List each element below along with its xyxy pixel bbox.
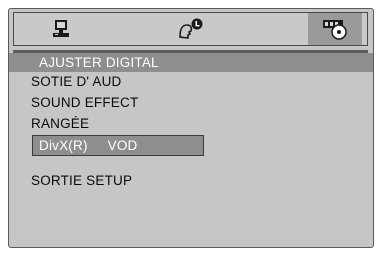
menu-item-sotie-d-aud[interactable]: SOTIE D' AUD xyxy=(31,73,122,91)
menu-item-sound-effect[interactable]: SOUND EFFECT xyxy=(31,94,138,112)
menu-item-ajuster-digital[interactable]: AJUSTER DIGITAL xyxy=(9,53,373,72)
menu-item-rangee[interactable]: RANGÉE xyxy=(31,115,89,133)
tab-language[interactable] xyxy=(164,13,218,45)
setup-menu-panel: AJUSTER DIGITAL SOTIE D' AUD SOUND EFFEC… xyxy=(8,8,374,248)
menu-item-sortie-setup[interactable]: SORTIE SETUP xyxy=(31,172,132,190)
speaker-disc-icon xyxy=(323,20,347,40)
vod-label: VOD xyxy=(107,138,138,153)
menu-item-divx-vod[interactable]: DivX(R) VOD xyxy=(32,135,204,156)
monitor-icon xyxy=(53,20,69,37)
speech-head-icon xyxy=(179,18,203,39)
tab-bar xyxy=(13,12,368,46)
tab-audio[interactable] xyxy=(308,13,362,45)
tab-system[interactable] xyxy=(34,13,88,45)
divx-label: DivX(R) xyxy=(39,138,88,153)
